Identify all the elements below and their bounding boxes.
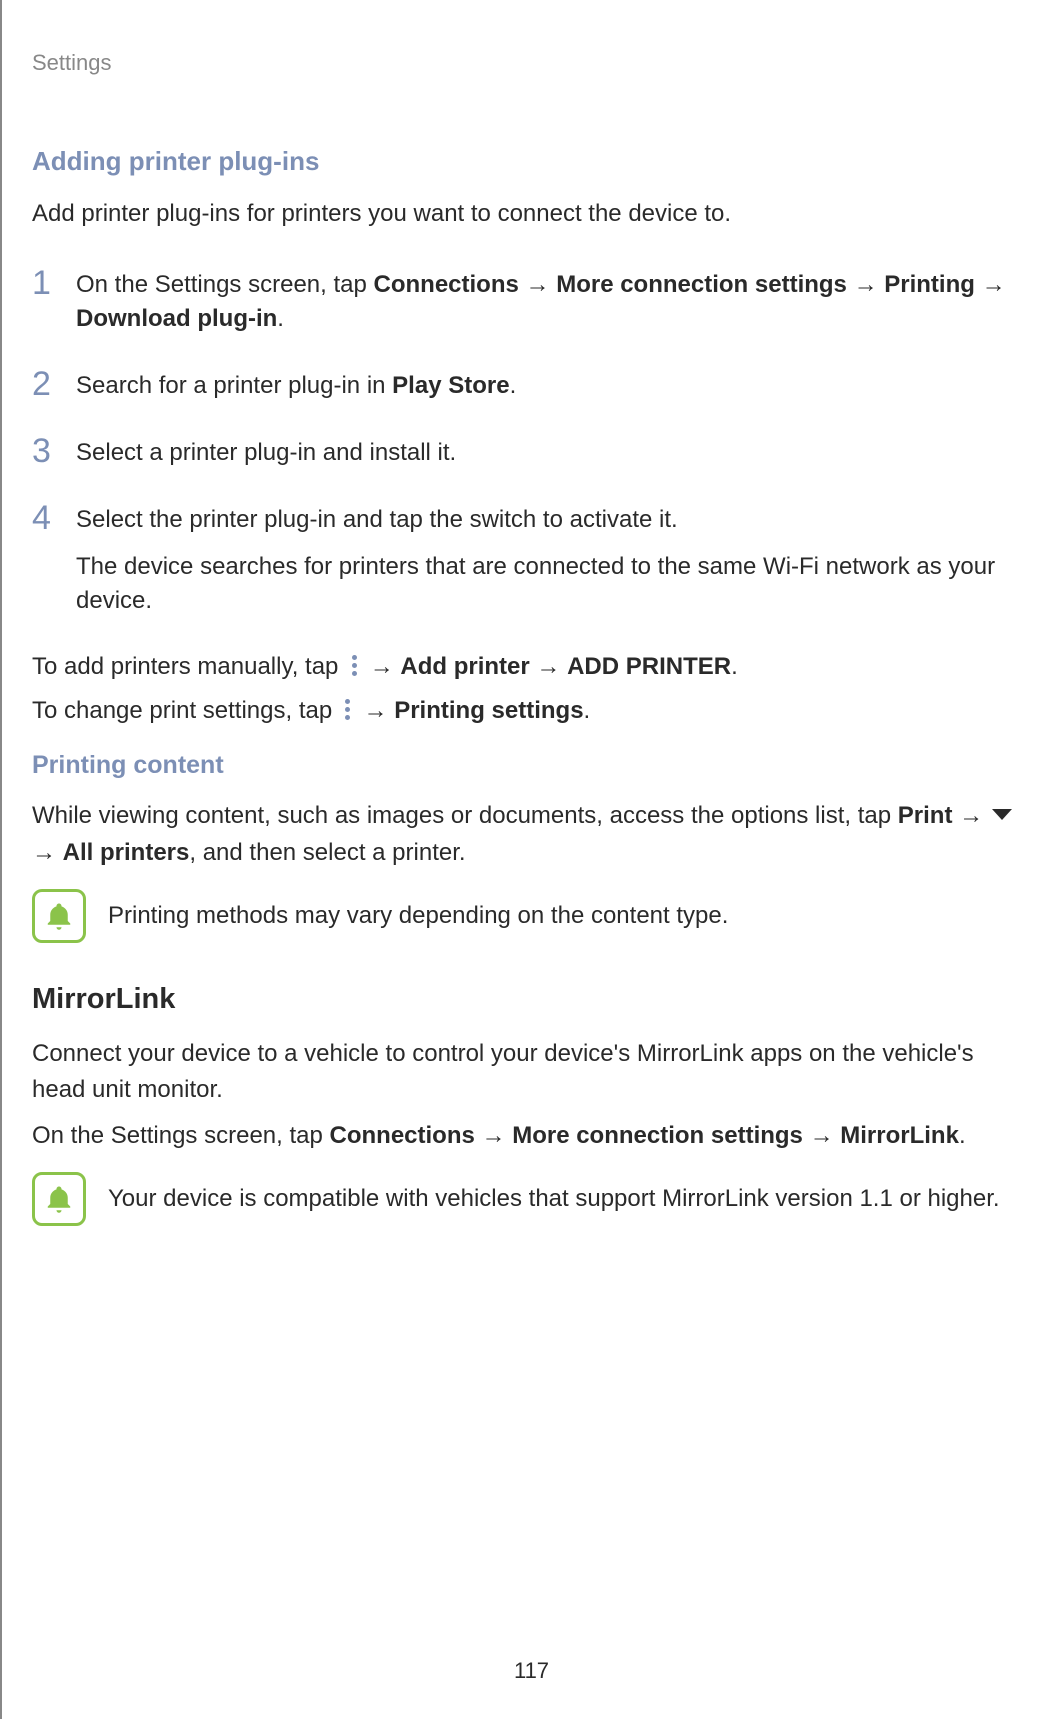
printing-content-body: While viewing content, such as images or…: [32, 798, 1031, 871]
section-heading-plugins: Adding printer plug-ins: [32, 146, 1031, 177]
path-add-printer-caps: ADD PRINTER: [567, 653, 731, 680]
arrow: →: [475, 1122, 512, 1149]
path-more-settings: More connection settings: [512, 1122, 803, 1149]
bell-icon: [32, 1172, 86, 1226]
steps-list: 1 On the Settings screen, tap Connection…: [32, 266, 1031, 620]
note-text: Printing methods may vary depending on t…: [108, 899, 728, 933]
arrow: →: [952, 802, 989, 829]
arrow: →: [803, 1122, 840, 1149]
path-playstore: Play Store: [392, 372, 509, 399]
step-content: Select a printer plug-in and install it.: [76, 434, 456, 471]
path-mirrorlink: MirrorLink: [840, 1122, 959, 1149]
path-add-printer: Add printer: [400, 653, 529, 680]
text: .: [584, 697, 591, 724]
text: On the Settings screen, tap: [76, 271, 374, 298]
more-icon: [347, 655, 361, 677]
path-download: Download plug-in: [76, 305, 277, 332]
text: To add printers manually, tap: [32, 653, 345, 680]
arrow: →: [847, 271, 884, 298]
arrow: →: [530, 653, 567, 680]
step-body: Select the printer plug-in and tap the s…: [76, 503, 1031, 538]
page-number: 117: [514, 1658, 549, 1684]
section-title-mirrorlink: MirrorLink: [32, 983, 1031, 1016]
intro-text: Add printer plug-ins for printers you wa…: [32, 197, 1031, 231]
mirrorlink-intro: Connect your device to a vehicle to cont…: [32, 1036, 1031, 1108]
path-connections: Connections: [330, 1122, 475, 1149]
chevron-down-icon: [990, 798, 1014, 834]
path-connections: Connections: [374, 271, 519, 298]
print-settings-text: To change print settings, tap → Printing…: [32, 693, 1031, 729]
bell-icon: [32, 889, 86, 943]
text: .: [510, 372, 517, 399]
mirrorlink-path: On the Settings screen, tap Connections …: [32, 1118, 1031, 1154]
more-icon: [341, 699, 355, 721]
text: On the Settings screen, tap: [32, 1122, 330, 1149]
note-text: Your device is compatible with vehicles …: [108, 1182, 1000, 1216]
step-4: 4 Select the printer plug-in and tap the…: [32, 501, 1031, 619]
step-1: 1 On the Settings screen, tap Connection…: [32, 266, 1031, 338]
text: .: [731, 653, 738, 680]
text: .: [277, 305, 284, 332]
step-extra: The device searches for printers that ar…: [76, 550, 1031, 620]
arrow: →: [363, 653, 400, 680]
arrow: →: [357, 697, 394, 724]
page-header: Settings: [32, 50, 1031, 76]
step-number: 1: [32, 266, 58, 300]
step-content: Select the printer plug-in and tap the s…: [76, 501, 1031, 619]
step-3: 3 Select a printer plug-in and install i…: [32, 434, 1031, 471]
step-2: 2 Search for a printer plug-in in Play S…: [32, 367, 1031, 404]
arrow: →: [519, 271, 556, 298]
path-printing-settings: Printing settings: [394, 697, 583, 724]
note-box: Your device is compatible with vehicles …: [32, 1172, 1031, 1226]
path-all-printers: All printers: [63, 839, 190, 866]
path-more-settings: More connection settings: [556, 271, 847, 298]
text: .: [959, 1122, 966, 1149]
step-number: 2: [32, 367, 58, 401]
arrow: →: [975, 271, 1006, 298]
path-printing: Printing: [884, 271, 975, 298]
subsection-heading-printing-content: Printing content: [32, 751, 1031, 780]
arrow: →: [32, 839, 63, 866]
text: To change print settings, tap: [32, 697, 339, 724]
step-content: On the Settings screen, tap Connections …: [76, 266, 1031, 338]
note-box: Printing methods may vary depending on t…: [32, 889, 1031, 943]
text: Search for a printer plug-in in: [76, 372, 392, 399]
step-number: 3: [32, 434, 58, 468]
text: , and then select a printer.: [189, 839, 465, 866]
path-print: Print: [898, 802, 953, 829]
text: While viewing content, such as images or…: [32, 802, 898, 829]
manual-add-text: To add printers manually, tap → Add prin…: [32, 649, 1031, 685]
step-content: Search for a printer plug-in in Play Sto…: [76, 367, 516, 404]
step-number: 4: [32, 501, 58, 535]
